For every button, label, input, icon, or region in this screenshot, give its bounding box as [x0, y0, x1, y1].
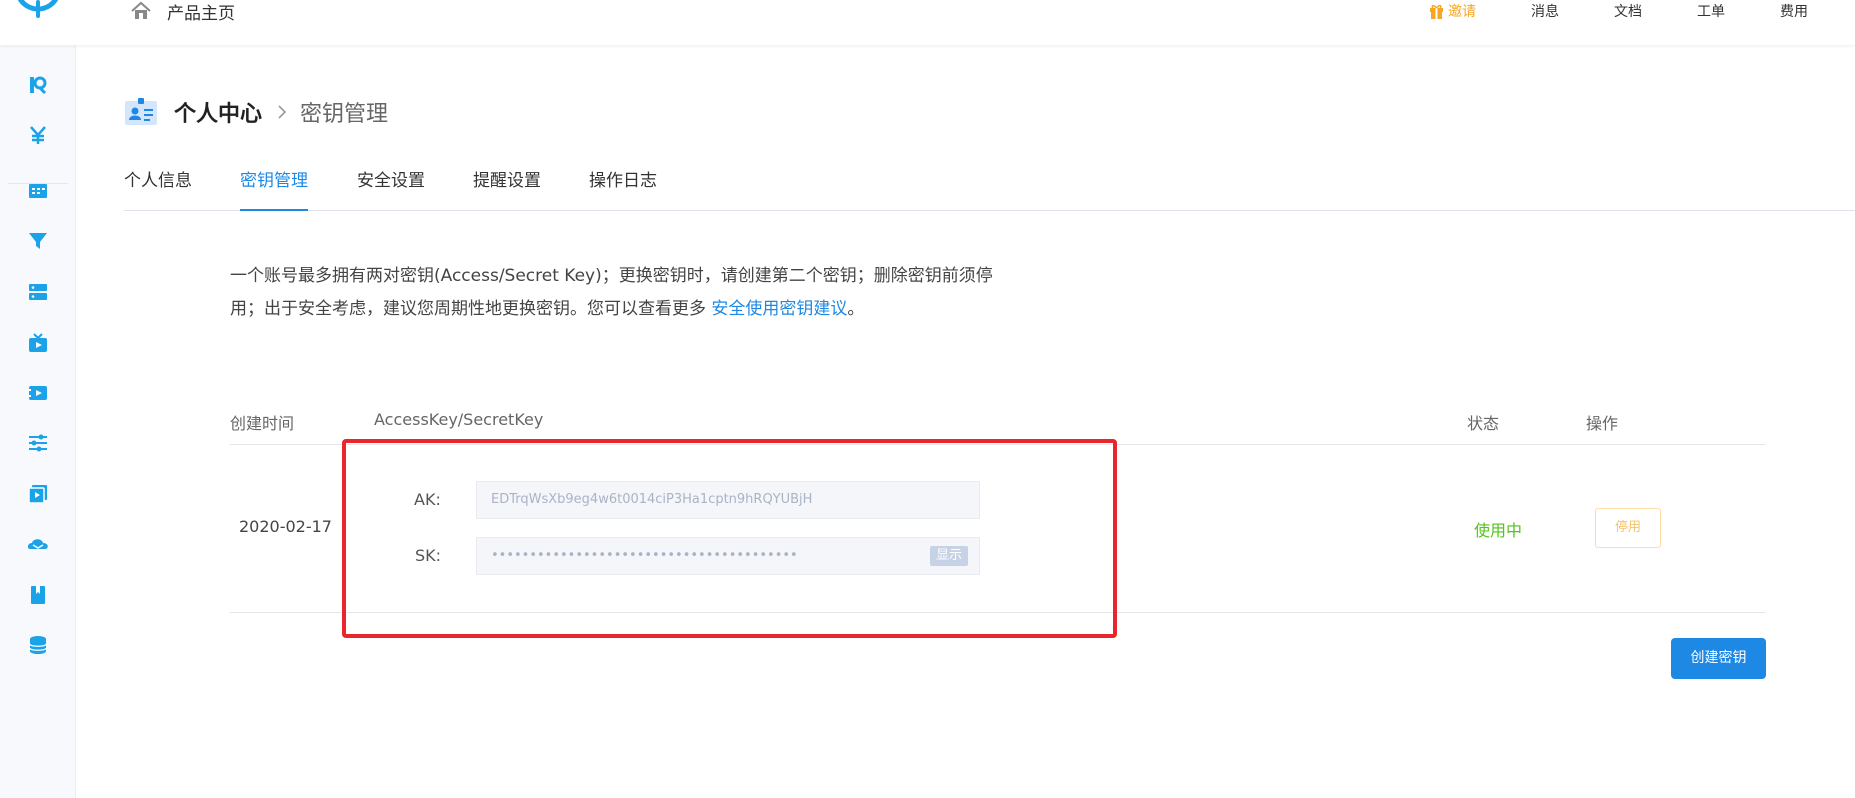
video-player-icon[interactable] — [27, 382, 49, 404]
product-r-icon[interactable] — [27, 74, 49, 96]
header-access-secret-key: AccessKey/SecretKey — [374, 410, 544, 429]
breadcrumb-current: 密钥管理 — [300, 102, 389, 127]
sidebar — [0, 45, 76, 798]
server-icon[interactable] — [27, 281, 49, 303]
created-date: 2020-02-17 — [239, 517, 332, 536]
database-icon[interactable] — [27, 634, 49, 656]
sk-label: SK: — [415, 546, 442, 565]
ak-label: AK: — [414, 490, 441, 509]
description-suffix: 。 — [847, 299, 865, 319]
id-card-icon — [125, 98, 157, 125]
access-key-field[interactable]: EDTrqWsXb9eg4w6t0014ciP3Ha1cptn9hRQYUBjH — [476, 481, 980, 519]
brand-logo-icon[interactable] — [14, 0, 62, 24]
description-line2: 用；出于安全考虑，建议您周期性地更换密钥。您可以查看更多 — [230, 299, 712, 319]
sliders-settings-icon[interactable] — [27, 432, 49, 454]
description-line1: 一个账号最多拥有两对密钥(Access/Secret Key)；更换密钥时，请创… — [230, 266, 993, 286]
table-row: 2020-02-17 AK: EDTrqWsXb9eg4w6t0014ciP3H… — [230, 445, 1766, 613]
status-badge: 使用中 — [1474, 521, 1523, 540]
invite-label: 邀请 — [1448, 4, 1476, 20]
tab-reminder-settings[interactable]: 提醒设置 — [473, 166, 541, 211]
tickets-link[interactable]: 工单 — [1697, 1, 1725, 21]
disable-key-button[interactable]: 停用 — [1595, 508, 1661, 548]
tab-security-settings[interactable]: 安全设置 — [357, 166, 425, 211]
product-home-link[interactable]: 产品主页 — [130, 0, 235, 24]
gift-icon — [1430, 4, 1443, 19]
filter-funnel-icon[interactable] — [27, 230, 49, 252]
docs-link[interactable]: 文档 — [1614, 1, 1642, 21]
product-home-label: 产品主页 — [167, 3, 235, 24]
table-header: 创建时间 AccessKey/SecretKey 状态 操作 — [230, 400, 1766, 445]
home-icon — [131, 1, 151, 19]
show-secret-button[interactable]: 显示 — [930, 546, 968, 566]
tab-personal-info[interactable]: 个人信息 — [124, 166, 192, 211]
bookmark-book-icon[interactable] — [27, 584, 49, 606]
secret-key-masked: •••••••••••••••••••••••••••••••••••••••• — [491, 548, 798, 563]
media-library-icon[interactable] — [27, 483, 49, 505]
yuan-icon[interactable] — [27, 124, 49, 146]
cloud-mail-icon[interactable] — [27, 534, 49, 556]
breadcrumb-parent[interactable]: 个人中心 — [174, 96, 262, 128]
header-status: 状态 — [1467, 414, 1500, 433]
header-created-time: 创建时间 — [230, 414, 295, 433]
invite-link[interactable]: 邀请 — [1429, 1, 1476, 21]
messages-link[interactable]: 消息 — [1531, 1, 1559, 21]
key-policy-description: 一个账号最多拥有两对密钥(Access/Secret Key)；更换密钥时，请创… — [230, 260, 1010, 326]
tab-key-management[interactable]: 密钥管理 — [240, 166, 308, 211]
live-tv-icon[interactable] — [27, 332, 49, 354]
breadcrumb: 个人中心 密钥管理 — [124, 92, 388, 132]
dashboard-grid-icon[interactable] — [27, 180, 49, 202]
billing-link[interactable]: 费用 — [1780, 1, 1808, 21]
top-nav: 邀请 消息 文档 工单 费用 — [1429, 0, 1855, 22]
chevron-right-icon — [278, 105, 287, 119]
header-action: 操作 — [1586, 414, 1619, 433]
create-key-button[interactable]: 创建密钥 — [1671, 638, 1766, 679]
tab-operation-log[interactable]: 操作日志 — [589, 166, 657, 211]
secret-key-field[interactable]: ••••••••••••••••••••••••••••••••••••••••… — [476, 537, 980, 575]
tab-bar: 个人信息 密钥管理 安全设置 提醒设置 操作日志 — [124, 166, 1855, 211]
key-table: 创建时间 AccessKey/SecretKey 状态 操作 2020-02-1… — [230, 400, 1766, 613]
top-bar: 产品主页 邀请 消息 文档 工单 费用 — [0, 0, 1855, 45]
security-advice-link[interactable]: 安全使用密钥建议 — [711, 299, 847, 319]
